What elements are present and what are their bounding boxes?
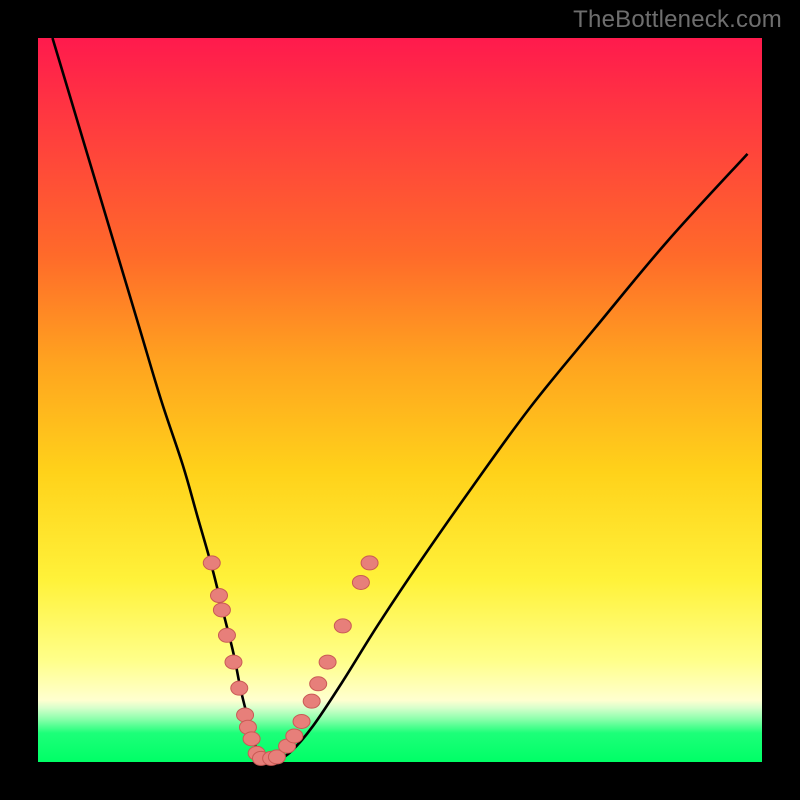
marker-dot xyxy=(231,681,248,695)
marker-dot xyxy=(237,708,254,722)
marker-dot xyxy=(243,732,260,746)
bottleneck-curve xyxy=(52,38,747,761)
marker-dot xyxy=(218,628,235,642)
marker-dot xyxy=(352,575,369,589)
marker-dot xyxy=(211,588,228,602)
marker-dot xyxy=(319,655,336,669)
marker-dot xyxy=(310,677,327,691)
marker-dot xyxy=(303,694,320,708)
marker-dot xyxy=(286,729,303,743)
marker-dot xyxy=(213,603,230,617)
marker-dot xyxy=(361,556,378,570)
chart-svg xyxy=(38,38,762,762)
watermark-text: TheBottleneck.com xyxy=(573,6,782,34)
marker-dot xyxy=(203,556,220,570)
curve-layer xyxy=(52,38,747,761)
marker-dot xyxy=(334,619,351,633)
outer-frame: TheBottleneck.com xyxy=(0,0,800,800)
marker-dot xyxy=(293,714,310,728)
marker-dot xyxy=(225,655,242,669)
marker-dots-layer xyxy=(203,556,378,765)
